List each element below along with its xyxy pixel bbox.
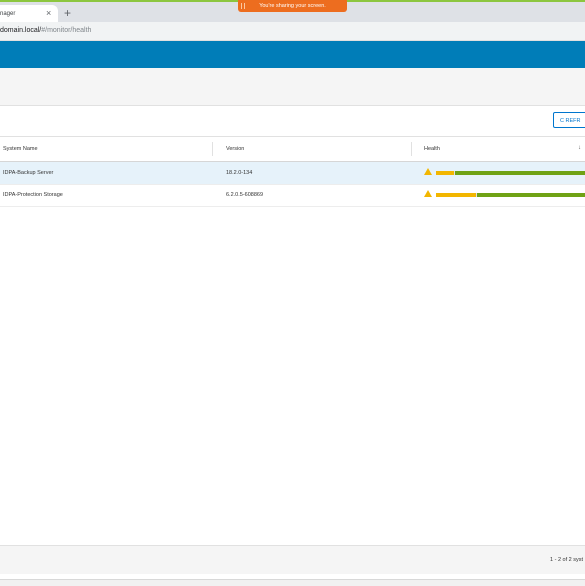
- health-warning-segment: [436, 171, 454, 175]
- refresh-button[interactable]: C REFR: [553, 112, 585, 128]
- warning-icon: [424, 168, 432, 175]
- plus-icon[interactable]: +: [64, 7, 71, 19]
- column-header-health[interactable]: Health: [424, 146, 440, 152]
- table-row[interactable]: IDPA-Protection Storage 6.2.0.5-608869: [0, 184, 585, 207]
- table-footer: 1 - 2 of 2 syst: [0, 545, 585, 574]
- app-header: [0, 41, 585, 68]
- health-bar: [436, 171, 585, 175]
- url-path: #/monitor/health: [41, 27, 92, 34]
- address-bar[interactable]: domain.local/#/monitor/health: [0, 22, 585, 41]
- table-header: System Name Version Health ↓: [0, 137, 585, 162]
- table-toolbar: C REFR: [0, 106, 585, 137]
- browser-tab[interactable]: nager ×: [0, 5, 58, 22]
- drag-handle-icon[interactable]: [241, 3, 245, 9]
- column-header-version[interactable]: Version: [226, 146, 244, 152]
- system-name-cell: IDPA-Protection Storage: [3, 192, 63, 198]
- column-divider[interactable]: [411, 142, 412, 156]
- url-field[interactable]: domain.local/#/monitor/health: [0, 27, 91, 34]
- health-bar: [436, 193, 585, 197]
- health-ok-segment: [477, 193, 585, 197]
- sharing-text: You're sharing your screen.: [259, 3, 326, 9]
- sort-down-icon[interactable]: ↓: [578, 145, 581, 151]
- system-name-cell: IDPA-Backup Server: [3, 170, 54, 176]
- refresh-label: C REFR: [560, 118, 581, 124]
- url-host: domain.local/: [0, 27, 42, 34]
- health-ok-segment: [455, 171, 585, 175]
- health-warning-segment: [436, 193, 476, 197]
- version-cell: 6.2.0.5-608869: [226, 192, 264, 198]
- column-header-system-name[interactable]: System Name: [3, 146, 38, 152]
- pagination-text: 1 - 2 of 2 syst: [550, 557, 584, 563]
- tab-title: nager: [0, 11, 16, 17]
- version-cell: 18.2.0-134: [226, 170, 253, 176]
- close-icon[interactable]: ×: [46, 8, 51, 18]
- screen-sharing-banner: You're sharing your screen.: [238, 0, 347, 12]
- column-divider[interactable]: [212, 142, 213, 156]
- warning-icon: [424, 190, 432, 197]
- table-row[interactable]: IDPA-Backup Server 18.2.0-134: [0, 162, 585, 185]
- page-subheader: [0, 68, 585, 106]
